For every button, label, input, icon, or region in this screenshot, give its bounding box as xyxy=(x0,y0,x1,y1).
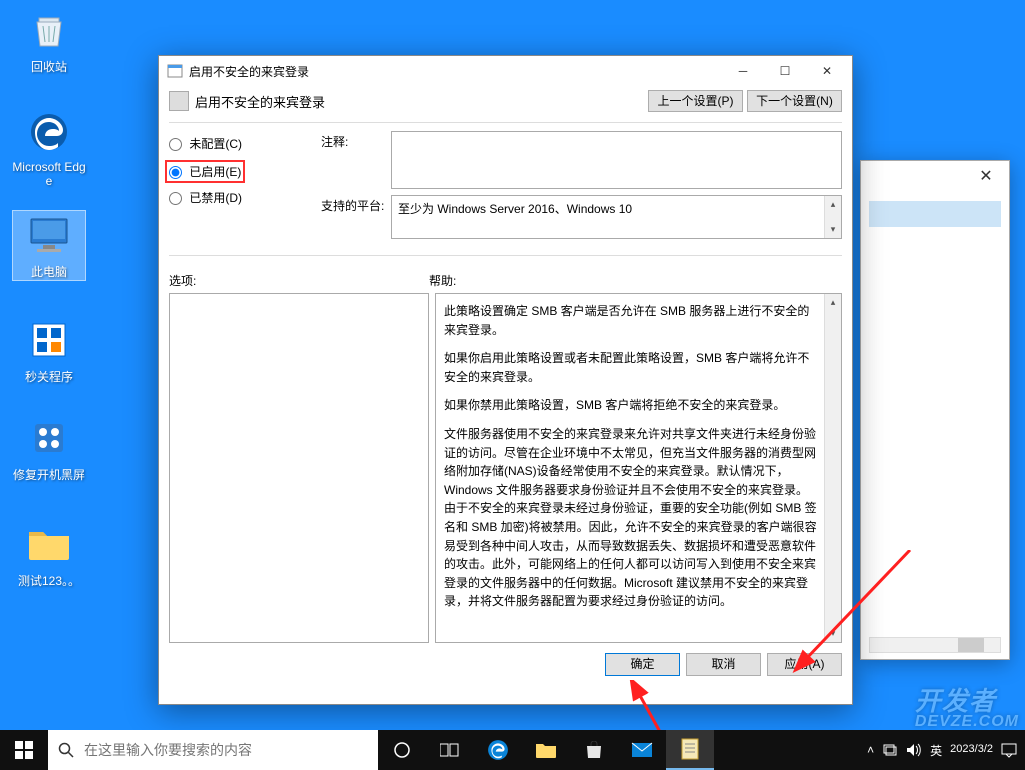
taskbar-explorer-icon[interactable] xyxy=(522,730,570,770)
recycle-bin-icon xyxy=(25,6,73,54)
watermark: 开发者 DEVZE.COM xyxy=(915,688,1019,730)
apply-button[interactable]: 应用(A) xyxy=(767,653,842,676)
computer-icon xyxy=(25,211,73,259)
tray-ime[interactable]: 英 xyxy=(930,742,942,759)
taskbar-search[interactable] xyxy=(48,730,378,770)
help-scrollbar[interactable]: ▴▾ xyxy=(824,294,841,642)
taskbar-store-icon[interactable] xyxy=(570,730,618,770)
taskbar-notepad-icon[interactable] xyxy=(666,730,714,770)
options-panel xyxy=(169,293,429,643)
policy-dialog: 启用不安全的来宾登录 ─ ☐ ✕ 启用不安全的来宾登录 上一个设置(P) 下一个… xyxy=(158,55,853,705)
start-button[interactable] xyxy=(0,730,48,770)
bg-scrollbar-horizontal[interactable] xyxy=(869,637,1001,653)
comment-textarea[interactable] xyxy=(391,131,842,189)
desktop-icon-recycle-bin[interactable]: 回收站 xyxy=(12,6,86,75)
platform-label: 支持的平台: xyxy=(321,195,391,239)
prev-setting-button[interactable]: 上一个设置(P) xyxy=(648,90,743,112)
system-tray[interactable]: ˄ 英 2023/3/2 xyxy=(867,742,1025,759)
policy-icon xyxy=(169,91,189,111)
task-view-icon[interactable] xyxy=(426,730,474,770)
maximize-button[interactable]: ☐ xyxy=(764,58,806,84)
search-icon xyxy=(58,742,74,758)
tray-notifications-icon[interactable] xyxy=(1001,742,1017,758)
ok-button[interactable]: 确定 xyxy=(605,653,680,676)
edge-icon xyxy=(25,108,73,156)
cancel-button[interactable]: 取消 xyxy=(686,653,761,676)
minimize-button[interactable]: ─ xyxy=(722,58,764,84)
desktop-icon-quick-close[interactable]: 秒关程序 xyxy=(12,316,86,385)
policy-name: 启用不安全的来宾登录 xyxy=(195,92,644,111)
desktop-icon-edge[interactable]: Microsoft Edge xyxy=(12,108,86,188)
tray-network-icon[interactable] xyxy=(882,743,898,757)
dialog-titlebar[interactable]: 启用不安全的来宾登录 ─ ☐ ✕ xyxy=(159,56,852,86)
bg-selection-bar xyxy=(869,201,1001,227)
desktop-icon-test-folder[interactable]: 测试123。。 xyxy=(12,520,86,589)
comment-label: 注释: xyxy=(321,131,391,189)
radio-disabled[interactable]: 已禁用(D) xyxy=(169,189,309,206)
dialog-icon xyxy=(167,63,183,79)
search-input[interactable] xyxy=(84,742,368,758)
taskbar: ˄ 英 2023/3/2 xyxy=(0,730,1025,770)
bg-close-button[interactable]: ✕ xyxy=(971,166,1001,186)
platform-scrollbar[interactable]: ▴▾ xyxy=(824,196,841,238)
tray-chevron-icon[interactable]: ˄ xyxy=(867,743,874,757)
background-window: ✕ xyxy=(860,160,1010,660)
app-icon xyxy=(25,316,73,364)
dialog-title: 启用不安全的来宾登录 xyxy=(189,63,722,80)
desktop-icon-this-pc[interactable]: 此电脑 xyxy=(12,210,86,281)
taskbar-mail-icon[interactable] xyxy=(618,730,666,770)
desktop-icon-fix-boot[interactable]: 修复开机黑屏 xyxy=(12,414,86,483)
windows-icon xyxy=(15,741,33,759)
tool-icon xyxy=(25,414,73,462)
radio-not-configured[interactable]: 未配置(C) xyxy=(169,135,309,152)
close-button[interactable]: ✕ xyxy=(806,58,848,84)
help-label: 帮助: xyxy=(429,272,456,289)
tray-clock[interactable]: 2023/3/2 xyxy=(950,743,993,756)
next-setting-button[interactable]: 下一个设置(N) xyxy=(747,90,842,112)
radio-enabled[interactable]: 已启用(E) xyxy=(165,160,245,183)
help-panel[interactable]: 此策略设置确定 SMB 客户端是否允许在 SMB 服务器上进行不安全的来宾登录。… xyxy=(435,293,842,643)
tray-volume-icon[interactable] xyxy=(906,743,922,757)
options-label: 选项: xyxy=(169,272,429,289)
folder-icon xyxy=(25,520,73,568)
cortana-icon[interactable] xyxy=(378,730,426,770)
taskbar-edge-icon[interactable] xyxy=(474,730,522,770)
platform-box: 至少为 Windows Server 2016、Windows 10 ▴▾ xyxy=(391,195,842,239)
